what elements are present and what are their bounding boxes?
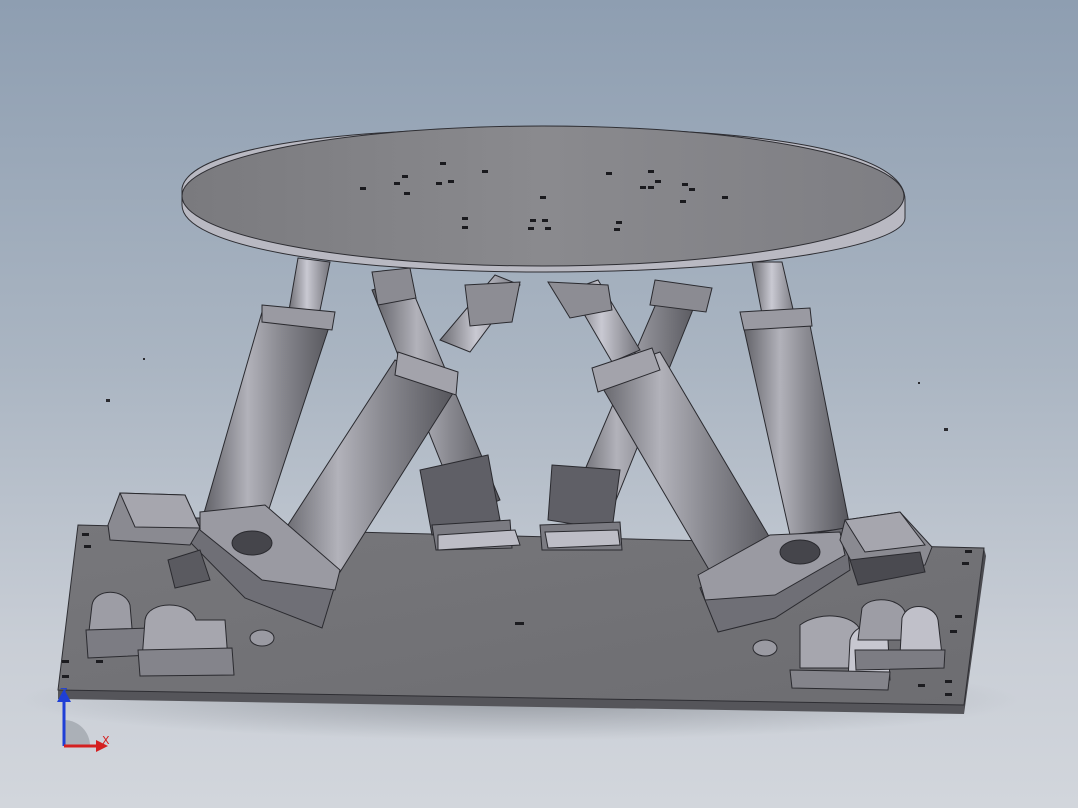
pillow-block-right-2[interactable]: [854, 599, 946, 671]
actuator-right-outer[interactable]: [739, 261, 851, 536]
model-canvas[interactable]: [0, 0, 1078, 808]
x-axis-label: X: [102, 734, 110, 747]
reference-triad: Z X: [52, 684, 122, 754]
z-axis-label: Z: [60, 686, 68, 699]
top-platform[interactable]: [181, 125, 906, 273]
triad-plane: [64, 720, 90, 746]
graphics-viewport[interactable]: [0, 0, 1078, 808]
